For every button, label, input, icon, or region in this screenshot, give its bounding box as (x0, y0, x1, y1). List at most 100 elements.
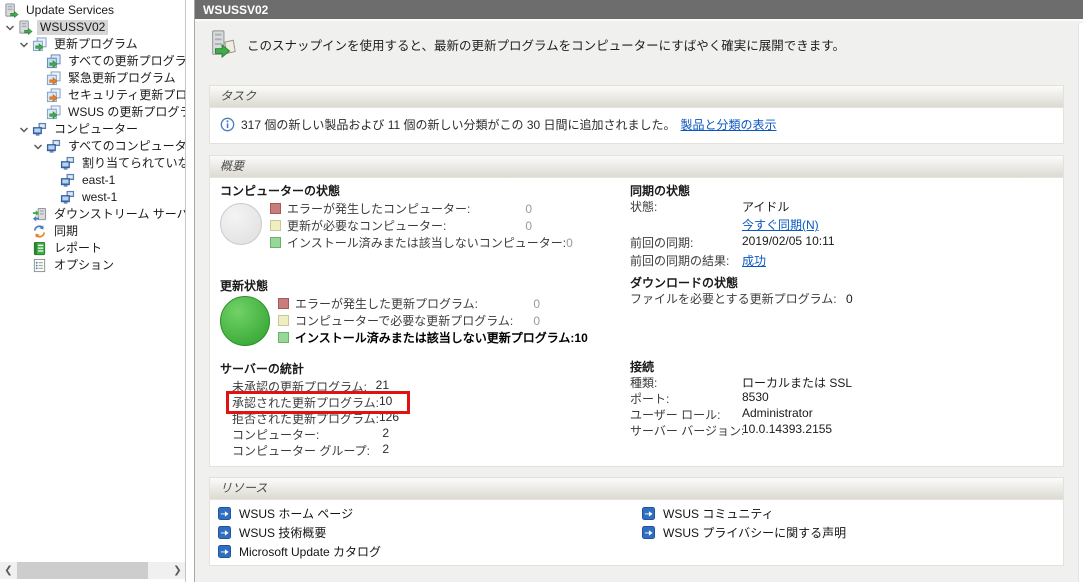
link-arrow-icon (642, 526, 655, 539)
scroll-left-arrow-icon[interactable]: ❮ (0, 562, 17, 579)
last-sync-result-link[interactable]: 成功 (742, 252, 766, 269)
wsus-console-window: Update Services WSUSSV02 更新プログラム すべての更新プ… (0, 0, 1083, 582)
resource-link-label: WSUS ホーム ページ (239, 505, 353, 522)
tree-item-label: 緊急更新プログラム (65, 71, 179, 86)
options-icon (32, 258, 47, 273)
computers-icon (46, 139, 61, 154)
products-classifications-link[interactable]: 製品と分類の表示 (681, 116, 777, 133)
tree-item-update-services[interactable]: Update Services (0, 2, 185, 19)
resource-link-wsus-community[interactable]: WSUS コミュニティ (642, 504, 846, 523)
scroll-right-arrow-icon[interactable]: ❯ (169, 562, 186, 579)
legend-row: エラーが発生した更新プログラム: 0 (278, 295, 540, 312)
scrollbar-thumb[interactable] (17, 562, 148, 579)
tree-item-computers[interactable]: コンピューター (0, 121, 185, 138)
main-panel: WSUSSV02 このスナップインを使用すると、最新の更新プログラムをコンピュー… (194, 0, 1083, 582)
stats-value: 10 (379, 394, 392, 410)
updates-icon (46, 88, 61, 103)
overview-right-column: 同期の状態 状態: アイドル 今すぐ同期(N) 前回の同期: 2019/02/0… (630, 182, 1063, 458)
legend-green-swatch (270, 237, 281, 248)
console-tree: Update Services WSUSSV02 更新プログラム すべての更新プ… (0, 0, 185, 274)
connection-title: 接続 (630, 358, 1063, 374)
link-arrow-icon (218, 545, 231, 558)
link-arrow-icon (218, 526, 231, 539)
connection-row: 種類: ローカルまたは SSL (630, 374, 1063, 390)
legend-green-swatch (278, 332, 289, 343)
stats-row: 未承認の更新プログラム: 21 (232, 378, 389, 394)
legend-row: コンピューターで必要な更新プログラム: 0 (278, 312, 540, 329)
legend-label: インストール済みまたは該当しないコンピューター: (287, 234, 566, 251)
legend-label: 更新が必要なコンピューター: (287, 217, 508, 234)
stats-label: 承認された更新プログラム: (232, 394, 379, 410)
resource-link-microsoft-update-catalog[interactable]: Microsoft Update カタログ (218, 542, 642, 561)
legend-yellow-swatch (278, 315, 289, 326)
chevron-down-icon[interactable] (17, 123, 31, 137)
update-status-title: 更新状態 (220, 277, 630, 293)
resource-link-wsus-home[interactable]: WSUS ホーム ページ (218, 504, 642, 523)
updates-icon (46, 71, 61, 86)
tree-item-unassigned-computers[interactable]: 割り当てられていないコンピューター (0, 155, 185, 172)
link-arrow-icon (218, 507, 231, 520)
tree-item-wsus-updates[interactable]: WSUS の更新プログラム (0, 104, 185, 121)
tree-item-all-computers[interactable]: すべてのコンピューター (0, 138, 185, 155)
overview-left-column: コンピューターの状態 エラーが発生したコンピューター: 0 更新が必要な (220, 182, 630, 458)
server-version-value: 10.0.14393.2155 (742, 422, 832, 436)
stats-label: コンピューター: (232, 426, 382, 442)
tree-item-label: WSUS の更新プログラム (65, 105, 186, 120)
info-icon (220, 117, 235, 132)
legend-label: コンピューターで必要な更新プログラム: (295, 312, 516, 329)
legend-label: インストール済みまたは該当しない更新プログラム: (295, 329, 574, 346)
legend-row: 更新が必要なコンピューター: 0 (270, 217, 532, 234)
tree-item-downstream-servers[interactable]: ダウンストリーム サーバー (0, 206, 185, 223)
stats-row: コンピューター グループ: 2 (232, 442, 389, 458)
snapin-intro-text: このスナップインを使用すると、最新の更新プログラムをコンピューターにすばやく確実… (247, 35, 845, 54)
overview-section-header: 概要 (210, 156, 1063, 178)
legend-red-swatch (278, 298, 289, 309)
resources-right-column: WSUS コミュニティ WSUS プライバシーに関する声明 (642, 504, 846, 561)
tree-item-critical-updates[interactable]: 緊急更新プログラム (0, 70, 185, 87)
tree-item-security-updates[interactable]: セキュリティ更新プログラム (0, 87, 185, 104)
resource-link-label: WSUS コミュニティ (663, 505, 774, 522)
right-edge-strip (1078, 23, 1083, 582)
sync-icon (32, 224, 47, 239)
resource-link-wsus-privacy[interactable]: WSUS プライバシーに関する声明 (642, 523, 846, 542)
tree-item-reports[interactable]: レポート (0, 240, 185, 257)
server-stats-title: サーバーの統計 (220, 360, 630, 376)
tree-item-label: 更新プログラム (51, 37, 141, 52)
horizontal-scrollbar[interactable]: ❮ ❯ (0, 562, 186, 579)
pane-splitter[interactable] (187, 0, 194, 582)
port-value: 8530 (742, 390, 769, 404)
sync-now-link[interactable]: 今すぐ同期(N) (742, 216, 819, 233)
stats-value: 2 (382, 442, 389, 458)
tree-item-updates[interactable]: 更新プログラム (0, 36, 185, 53)
tree-item-west-1[interactable]: west-1 (0, 189, 185, 206)
last-sync-row: 前回の同期: 2019/02/05 10:11 (630, 234, 1063, 252)
field-label: 状態: (630, 198, 742, 215)
tree-item-label: すべてのコンピューター (65, 139, 186, 154)
tree-item-label: east-1 (79, 173, 118, 188)
tree-item-options[interactable]: オプション (0, 257, 185, 274)
resource-link-label: WSUS 技術概要 (239, 524, 326, 541)
field-label: ポート: (630, 390, 742, 407)
sync-state-row: 状態: アイドル (630, 198, 1063, 216)
chevron-down-icon[interactable] (31, 140, 45, 154)
chevron-down-icon[interactable] (3, 21, 17, 35)
resources-left-column: WSUS ホーム ページ WSUS 技術概要 Microsoft Update … (218, 504, 642, 561)
download-status-title: ダウンロードの状態 (630, 274, 1063, 290)
resources-section: リソース WSUS ホーム ページ WSUS 技術概要 Microsoft Up… (209, 477, 1064, 566)
update-status-block: エラーが発生した更新プログラム: 0 コンピューターで必要な更新プログラム: 0… (220, 295, 630, 346)
tree-item-wsussv02[interactable]: WSUSSV02 (0, 19, 185, 36)
tree-item-east-1[interactable]: east-1 (0, 172, 185, 189)
computers-icon (60, 156, 75, 171)
tree-item-synchronizations[interactable]: 同期 (0, 223, 185, 240)
field-label: 前回の同期: (630, 234, 742, 251)
last-sync-result-row: 前回の同期の結果: 成功 (630, 252, 1063, 270)
updates-icon (46, 105, 61, 120)
resource-link-wsus-tech-overview[interactable]: WSUS 技術概要 (218, 523, 642, 542)
tree-item-all-updates[interactable]: すべての更新プログラム (0, 53, 185, 70)
sync-now-row: 今すぐ同期(N) (630, 216, 1063, 234)
field-label: 種類: (630, 374, 742, 391)
chevron-down-icon[interactable] (17, 38, 31, 52)
field-label: ユーザー ロール: (630, 406, 742, 423)
tree-item-label: すべての更新プログラム (65, 54, 186, 69)
server-stats-block: 未承認の更新プログラム: 21 承認された更新プログラム: 10 拒否された更新… (232, 378, 389, 458)
